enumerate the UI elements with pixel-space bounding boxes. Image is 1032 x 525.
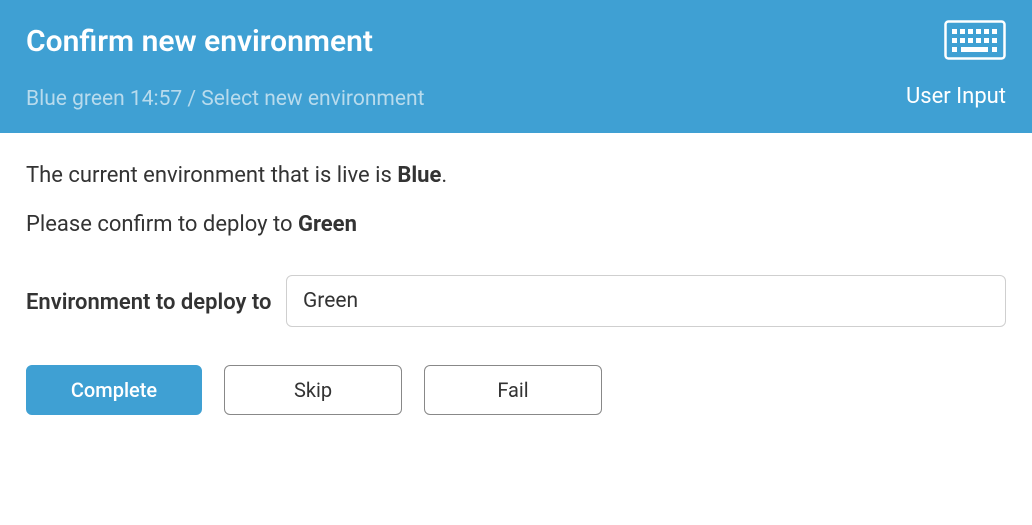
complete-button[interactable]: Complete	[26, 365, 202, 415]
current-env-message: The current environment that is live is …	[26, 163, 1006, 188]
breadcrumb: Blue green 14:57 / Select new environmen…	[26, 87, 1006, 111]
message-text: Please confirm to deploy to	[26, 212, 298, 237]
message-text: The current environment that is live is	[26, 163, 397, 188]
environment-label: Environment to deploy to	[26, 275, 286, 320]
dialog-header: Confirm new environment Blue green 14:57…	[0, 0, 1032, 133]
dialog-content: The current environment that is live is …	[0, 133, 1032, 445]
user-input-label: User Input	[906, 84, 1006, 109]
header-right: User Input	[906, 20, 1006, 109]
confirm-deploy-message: Please confirm to deploy to Green	[26, 212, 1006, 237]
message-text: .	[441, 163, 447, 188]
button-row: Complete Skip Fail	[26, 365, 1006, 415]
skip-button[interactable]: Skip	[224, 365, 402, 415]
environment-input[interactable]	[286, 275, 1006, 327]
fail-button[interactable]: Fail	[424, 365, 602, 415]
keyboard-icon	[944, 20, 1006, 64]
form-row: Environment to deploy to	[26, 275, 1006, 327]
dialog-title: Confirm new environment	[26, 24, 1006, 59]
current-env-name: Blue	[397, 163, 441, 188]
target-env-name: Green	[298, 212, 357, 237]
